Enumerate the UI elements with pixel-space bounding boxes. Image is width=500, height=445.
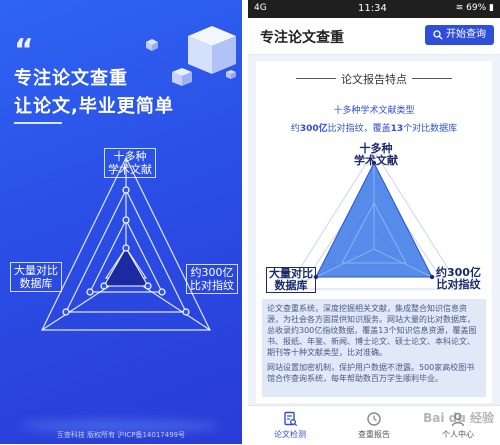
feature2-mid: 比对指纹，覆盖 xyxy=(327,124,391,134)
tab-personal-center-label: 个人中心 xyxy=(442,430,474,439)
feature2-num1: 300亿 xyxy=(299,124,328,134)
report-radar-label-right-2: 比对指纹 xyxy=(436,278,481,291)
clock-report-icon xyxy=(367,412,381,426)
cubes-illustration xyxy=(146,26,236,86)
quote-mark: “ xyxy=(14,33,34,68)
copyright-footer: 互查科技 版权所有 沪ICP备14017499号 xyxy=(56,431,186,439)
phone-screen: 4G 11:34 ≋ 69% ▮ 专注论文查重 开始查询 论文报告特点 十多种学… xyxy=(248,0,500,445)
tab-check-report[interactable]: 查重报告 xyxy=(332,406,416,445)
battery-percent: 69% xyxy=(466,3,487,13)
feature2-num2: 13 xyxy=(390,124,404,134)
baidu-watermark: Bai du 经验 xyxy=(423,411,494,425)
left-radar-label-right-1: 约300亿 xyxy=(190,266,234,279)
tab-check-report-label: 查重报告 xyxy=(358,430,390,439)
description-paragraph-1: 论文查重系统，深度挖掘相关文献，集成整合知识信息资源，为社会各方面提供知识服务。… xyxy=(267,304,477,357)
report-radar-label-top: 十多种 学术文献 xyxy=(354,143,398,167)
document-search-icon xyxy=(284,411,298,427)
slogan-underline xyxy=(14,122,62,124)
app-header: 专注论文查重 开始查询 xyxy=(248,18,500,55)
report-radar-label-right: 约300亿 比对指纹 xyxy=(436,267,481,291)
signal-indicator: 4G xyxy=(254,3,267,13)
report-features-card: 论文报告特点 十多种学术文献类型 约300亿比对指纹，覆盖13个对比数据库 十多… xyxy=(256,61,492,403)
slogan-line-2: 让论文,毕业更简单 xyxy=(14,96,174,117)
start-query-label: 开始查询 xyxy=(446,29,486,40)
status-time: 11:34 xyxy=(358,3,387,14)
wifi-icon: ≋ xyxy=(455,3,464,13)
description-paragraph-2: 网站设置加密机制，保护用户数据不泄露。500家高校图书馆合作查询系统，每年帮助数… xyxy=(267,363,475,383)
feature2-prefix: 约 xyxy=(290,124,300,134)
slogan-line-1: 专注论文查重 xyxy=(14,68,128,89)
left-radar-label-left-1: 大量对比 xyxy=(14,264,58,277)
feature-fingerprints: 约300亿比对指纹，覆盖13个对比数据库 xyxy=(256,121,492,134)
left-radar-label-left: 大量对比 数据库 xyxy=(10,262,62,292)
left-radar-label-right: 约300亿 比对指纹 xyxy=(186,264,238,294)
section-title: 论文报告特点 xyxy=(341,73,407,86)
left-radar-label-top-2: 学术文献 xyxy=(108,163,152,176)
report-radar-label-left: 大量对比 数据库 xyxy=(266,267,316,293)
left-radar-label-right-2: 比对指纹 xyxy=(190,279,234,292)
report-description: 论文查重系统，深度挖掘相关文献，集成整合知识信息资源，为社会各方面提供知识服务。… xyxy=(262,299,486,397)
battery-indicator: ≋ 69% ▮ xyxy=(456,3,494,13)
start-query-button[interactable]: 开始查询 xyxy=(425,25,494,45)
report-radar-label-top-2: 学术文献 xyxy=(354,154,398,167)
status-bar: 4G 11:34 ≋ 69% ▮ xyxy=(248,0,500,18)
content-area[interactable]: 论文报告特点 十多种学术文献类型 约300亿比对指纹，覆盖13个对比数据库 十多… xyxy=(248,55,500,405)
section-line-right xyxy=(412,78,452,79)
tab-paper-check-label: 论文检测 xyxy=(274,430,306,439)
battery-icon: ▮ xyxy=(489,3,494,13)
feature2-suffix: 个对比数据库 xyxy=(403,124,458,134)
app-title: 专注论文查重 xyxy=(260,30,344,46)
left-radar-label-left-2: 数据库 xyxy=(19,277,53,290)
promo-panel: “ 专注论文查重 让论文,毕业更简单 十多种 学术文献 大量对比 数据库 约30… xyxy=(0,0,242,444)
report-radar-label-left-2: 数据库 xyxy=(274,279,308,292)
left-radar-label-top-1: 十多种 xyxy=(113,150,147,163)
feature-literature-types: 十多种学术文献类型 xyxy=(333,106,415,116)
search-icon xyxy=(433,30,443,40)
left-radar-label-top: 十多种 学术文献 xyxy=(104,148,156,178)
tab-paper-check[interactable]: 论文检测 xyxy=(248,406,332,445)
